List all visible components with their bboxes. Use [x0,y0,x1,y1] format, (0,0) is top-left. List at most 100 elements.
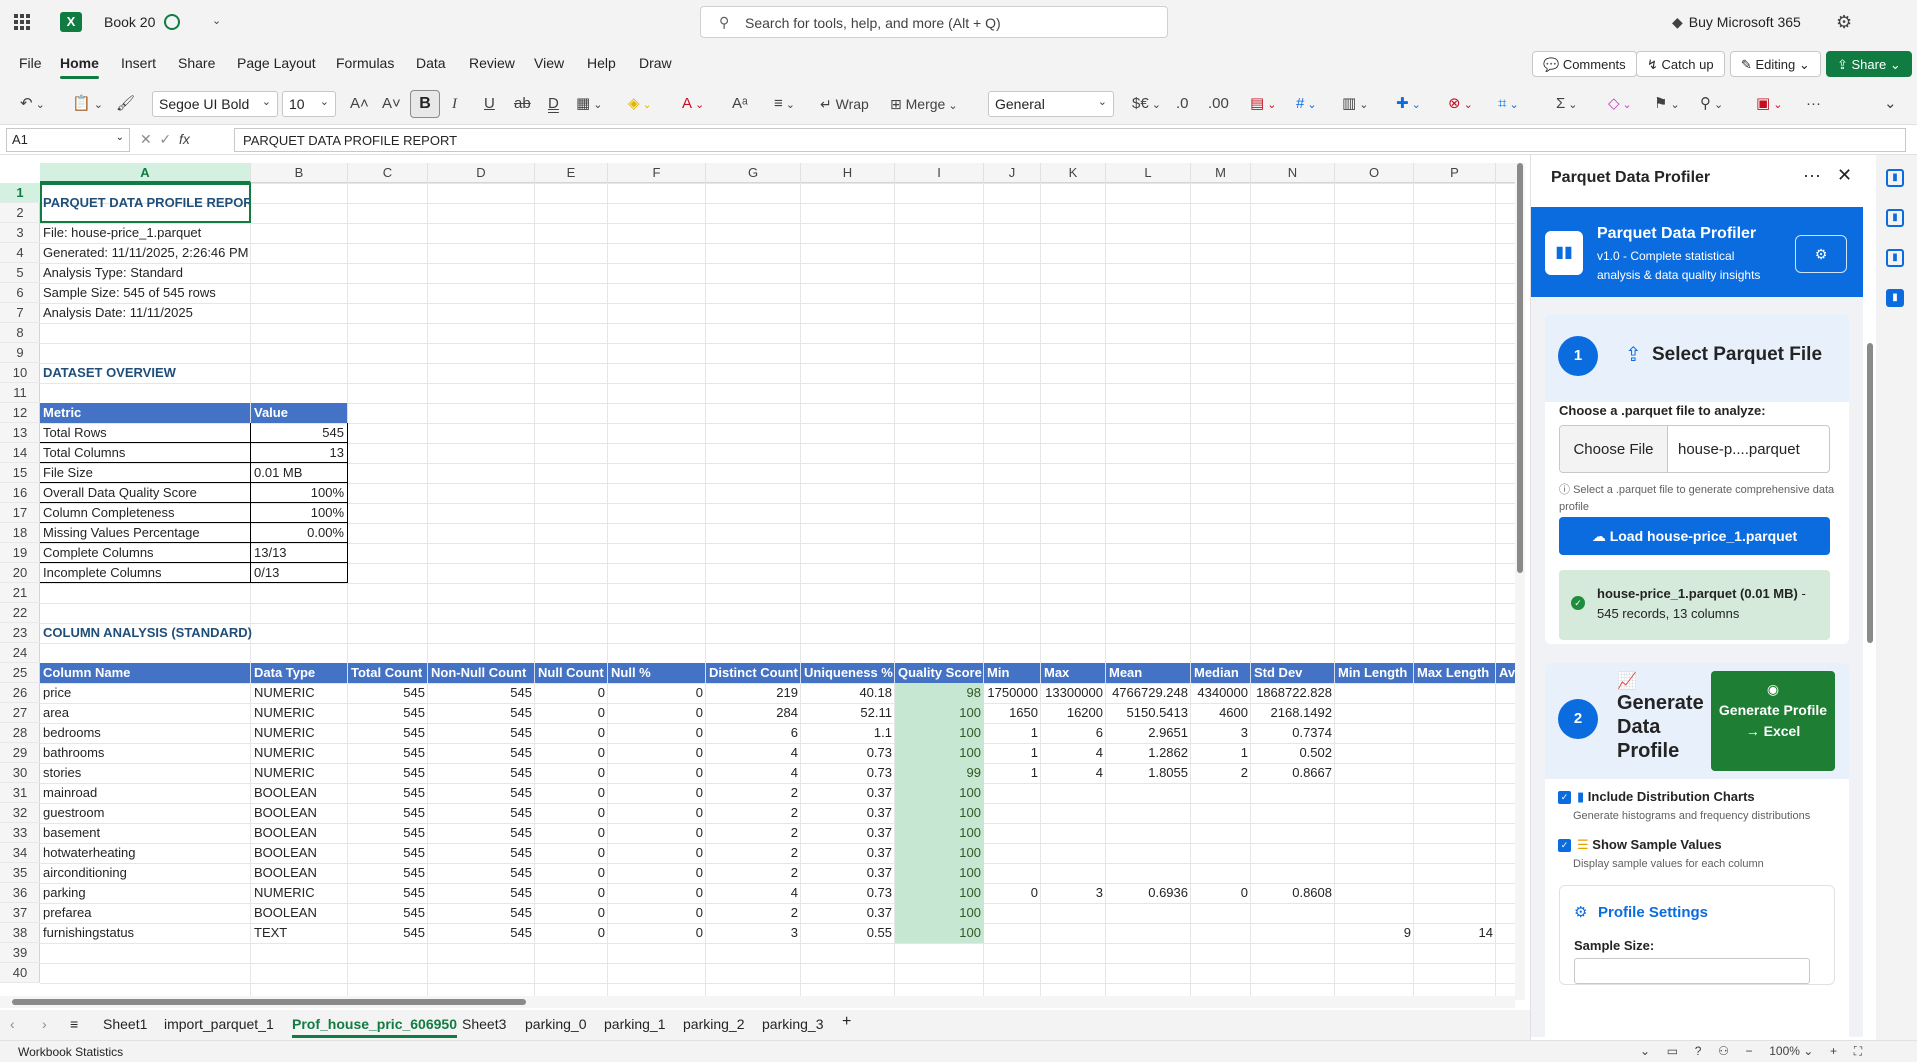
all-sheets-icon[interactable]: ≡ [70,1016,78,1032]
chevron-down-icon[interactable]: ⌄ [1640,1044,1650,1058]
row-header-18[interactable]: 18 [0,523,40,543]
cell[interactable]: 100 [895,903,984,923]
column-header-M[interactable]: M [1191,163,1251,183]
cell[interactable]: 0.502 [1251,743,1335,763]
cell[interactable] [1335,723,1414,743]
cell[interactable]: NUMERIC [251,703,348,723]
cell[interactable]: Analysis Type: Standard [40,263,348,283]
cell[interactable]: stories [40,763,251,783]
bold-button[interactable]: B [410,90,440,118]
cell[interactable]: 100 [895,843,984,863]
cell[interactable]: 1650 [984,703,1041,723]
row-header-14[interactable]: 14 [0,443,40,463]
show-samples-checkbox[interactable]: ✓ [1558,839,1571,852]
sort-filter-icon[interactable]: ⚑ [1654,92,1680,116]
cell[interactable]: area [40,703,251,723]
row-header-22[interactable]: 22 [0,603,40,623]
prev-sheet-icon[interactable]: ‹ [10,1016,15,1032]
cell[interactable]: 13 [251,443,348,463]
cell[interactable]: 0.37 [801,803,895,823]
cell[interactable]: Column Name [40,663,251,683]
cell[interactable]: 6 [706,723,801,743]
cell[interactable]: 13/13 [251,543,348,563]
cell[interactable] [1335,863,1414,883]
cell[interactable] [1041,823,1106,843]
row-header-16[interactable]: 16 [0,483,40,503]
column-header-L[interactable]: L [1106,163,1191,183]
insert-cells-icon[interactable]: ✚ [1396,92,1421,116]
cell[interactable]: 0 [535,903,608,923]
cell[interactable]: File Size [40,463,251,483]
tab-help[interactable]: Help [587,55,616,71]
double-underline-icon[interactable]: D [548,92,559,116]
cell[interactable]: 16200 [1041,703,1106,723]
cell[interactable]: 0.37 [801,823,895,843]
cell[interactable]: 0.8608 [1251,883,1335,903]
row-header-23[interactable]: 23 [0,623,40,643]
cell[interactable]: 545 [348,683,428,703]
cell[interactable]: 100 [895,803,984,823]
cell[interactable]: Mean [1106,663,1191,683]
cell[interactable]: NUMERIC [251,683,348,703]
cell[interactable]: 545 [348,743,428,763]
font-color-icon[interactable]: A [682,92,704,116]
currency-icon[interactable]: $€ [1132,92,1161,116]
cell[interactable]: BOOLEAN [251,823,348,843]
cell[interactable]: 545 [428,823,535,843]
format-table-icon[interactable]: # [1296,92,1317,116]
cell[interactable]: 0.8667 [1251,763,1335,783]
column-header-I[interactable]: I [895,163,984,183]
cell[interactable] [1414,903,1496,923]
cell[interactable]: 0 [608,923,706,943]
cell[interactable]: 6 [1041,723,1106,743]
cell[interactable]: Overall Data Quality Score [40,483,251,503]
decrease-decimal-icon[interactable]: .00 [1208,92,1229,116]
cell[interactable]: prefarea [40,903,251,923]
cell[interactable]: BOOLEAN [251,903,348,923]
cell[interactable]: parking [40,883,251,903]
row-header-17[interactable]: 17 [0,503,40,523]
cell[interactable]: 0.73 [801,743,895,763]
cell[interactable]: 0 [535,783,608,803]
feedback-icon[interactable]: ⚇ [1718,1044,1729,1058]
sheet-tab[interactable]: parking_2 [683,1016,745,1032]
scroll-thumb[interactable] [1867,343,1873,643]
cell[interactable] [1106,783,1191,803]
cell[interactable]: BOOLEAN [251,843,348,863]
cell[interactable]: 0 [1191,883,1251,903]
cell[interactable]: 0 [608,703,706,723]
row-header-36[interactable]: 36 [0,883,40,903]
scroll-thumb[interactable] [12,999,526,1005]
cell[interactable] [1251,923,1335,943]
cell[interactable]: 4 [706,883,801,903]
row-header-15[interactable]: 15 [0,463,40,483]
cell[interactable]: 4 [706,743,801,763]
cell[interactable]: 100 [895,723,984,743]
cell[interactable]: 0 [608,883,706,903]
tab-file[interactable]: File [19,55,42,71]
decrease-font-icon[interactable]: A˅ [382,92,401,116]
cell[interactable]: Min [984,663,1041,683]
cell[interactable]: 545 [348,783,428,803]
cell[interactable]: Metric [40,403,251,423]
font-name-select[interactable]: Segoe UI Bold ⌄ [152,91,278,117]
fx-icon[interactable]: fx [179,131,190,147]
tab-review[interactable]: Review [469,55,515,71]
cell[interactable]: Total Rows [40,423,251,443]
row-header-6[interactable]: 6 [0,283,40,303]
cell[interactable]: 52.11 [801,703,895,723]
cell[interactable]: 2 [706,863,801,883]
cell[interactable]: 0/13 [251,563,348,583]
cell[interactable] [1414,883,1496,903]
find-icon[interactable]: ⚲ [1700,92,1723,116]
row-header-9[interactable]: 9 [0,343,40,363]
cell[interactable]: 0.73 [801,883,895,903]
sheet-tab[interactable]: parking_0 [525,1016,587,1032]
cell[interactable]: Distinct Count [706,663,801,683]
cell[interactable]: 0 [535,763,608,783]
cell[interactable] [1335,803,1414,823]
row-header-25[interactable]: 25 [0,663,40,683]
cell[interactable] [1106,903,1191,923]
cell[interactable]: 4 [1041,743,1106,763]
cell[interactable]: 0 [535,863,608,883]
